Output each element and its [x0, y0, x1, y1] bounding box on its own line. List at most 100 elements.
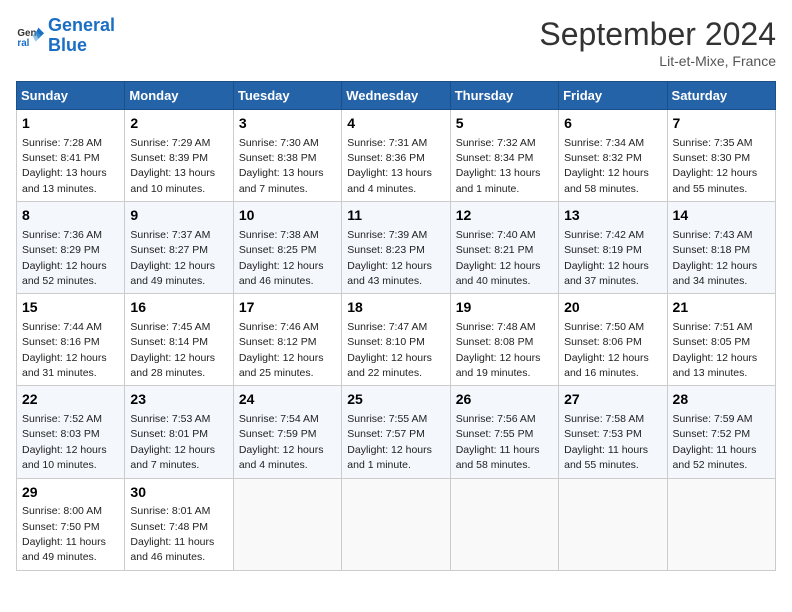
- day-cell-27: 27Sunrise: 7:58 AM Sunset: 7:53 PM Dayli…: [559, 386, 667, 478]
- header-row: SundayMondayTuesdayWednesdayThursdayFrid…: [17, 82, 776, 110]
- title-block: September 2024 Lit-et-Mixe, France: [539, 16, 776, 69]
- day-cell-5: 5 Sunrise: 7:32 AM Sunset: 8:34 PM Daylig…: [450, 110, 558, 202]
- day-info: Sunrise: 7:46 AM Sunset: 8:12 PM Dayligh…: [239, 321, 324, 379]
- day-number: 25: [347, 390, 444, 410]
- page-header: Gene ral General Blue September 2024 Lit…: [16, 16, 776, 69]
- day-number: 10: [239, 206, 336, 226]
- day-number: 8: [22, 206, 119, 226]
- logo-name: General Blue: [48, 16, 115, 56]
- day-number: 5: [456, 114, 553, 134]
- day-cell-7: 7Sunrise: 7:35 AM Sunset: 8:30 PM Daylig…: [667, 110, 775, 202]
- day-number: 30: [130, 483, 227, 503]
- day-number: 26: [456, 390, 553, 410]
- day-cell-4: 4Sunrise: 7:31 AM Sunset: 8:36 PM Daylig…: [342, 110, 450, 202]
- week-row-2: 8 Sunrise: 7:36 AM Sunset: 8:29 PM Daylig…: [17, 202, 776, 294]
- calendar-table: SundayMondayTuesdayWednesdayThursdayFrid…: [16, 81, 776, 571]
- day-number: 2: [130, 114, 227, 134]
- day-info: Sunrise: 8:01 AM Sunset: 7:48 PM Dayligh…: [130, 505, 214, 563]
- day-cell-1: 1 Sunrise: 7:28 AM Sunset: 8:41 PM Daylig…: [17, 110, 125, 202]
- location-subtitle: Lit-et-Mixe, France: [539, 53, 776, 69]
- day-number: 23: [130, 390, 227, 410]
- header-friday: Friday: [559, 82, 667, 110]
- day-number: 28: [673, 390, 770, 410]
- day-number: 22: [22, 390, 119, 410]
- day-info: Sunrise: 7:48 AM Sunset: 8:08 PM Dayligh…: [456, 321, 541, 379]
- day-cell-28: 28 Sunrise: 7:59 AM Sunset: 7:52 PM Dayli…: [667, 386, 775, 478]
- empty-cell: [342, 478, 450, 570]
- day-number: 24: [239, 390, 336, 410]
- day-number: 11: [347, 206, 444, 226]
- week-row-1: 1 Sunrise: 7:28 AM Sunset: 8:41 PM Daylig…: [17, 110, 776, 202]
- day-cell-20: 20Sunrise: 7:50 AM Sunset: 8:06 PM Dayli…: [559, 294, 667, 386]
- day-number: 13: [564, 206, 661, 226]
- empty-cell: [450, 478, 558, 570]
- day-cell-6: 6 Sunrise: 7:34 AM Sunset: 8:32 PM Daylig…: [559, 110, 667, 202]
- logo: Gene ral General Blue: [16, 16, 115, 56]
- day-cell-15: 15Sunrise: 7:44 AM Sunset: 8:16 PM Dayli…: [17, 294, 125, 386]
- week-row-4: 22Sunrise: 7:52 AM Sunset: 8:03 PM Dayli…: [17, 386, 776, 478]
- day-cell-14: 14 Sunrise: 7:43 AM Sunset: 8:18 PM Dayli…: [667, 202, 775, 294]
- day-info: Sunrise: 7:38 AM Sunset: 8:25 PM Dayligh…: [239, 229, 324, 287]
- empty-cell: [667, 478, 775, 570]
- logo-line1: General: [48, 15, 115, 35]
- day-info: Sunrise: 7:53 AM Sunset: 8:01 PM Dayligh…: [130, 413, 215, 471]
- day-number: 19: [456, 298, 553, 318]
- day-number: 9: [130, 206, 227, 226]
- day-number: 4: [347, 114, 444, 134]
- header-thursday: Thursday: [450, 82, 558, 110]
- day-info: Sunrise: 7:44 AM Sunset: 8:16 PM Dayligh…: [22, 321, 107, 379]
- day-info: Sunrise: 7:29 AM Sunset: 8:39 PM Dayligh…: [130, 137, 215, 195]
- day-info: Sunrise: 7:30 AM Sunset: 8:38 PM Dayligh…: [239, 137, 324, 195]
- day-cell-18: 18 Sunrise: 7:47 AM Sunset: 8:10 PM Dayli…: [342, 294, 450, 386]
- day-info: Sunrise: 7:58 AM Sunset: 7:53 PM Dayligh…: [564, 413, 648, 471]
- day-number: 17: [239, 298, 336, 318]
- day-info: Sunrise: 7:34 AM Sunset: 8:32 PM Dayligh…: [564, 137, 649, 195]
- day-info: Sunrise: 7:43 AM Sunset: 8:18 PM Dayligh…: [673, 229, 758, 287]
- day-info: Sunrise: 7:39 AM Sunset: 8:23 PM Dayligh…: [347, 229, 432, 287]
- day-number: 3: [239, 114, 336, 134]
- day-info: Sunrise: 7:42 AM Sunset: 8:19 PM Dayligh…: [564, 229, 649, 287]
- day-info: Sunrise: 7:59 AM Sunset: 7:52 PM Dayligh…: [673, 413, 757, 471]
- header-saturday: Saturday: [667, 82, 775, 110]
- day-info: Sunrise: 7:28 AM Sunset: 8:41 PM Dayligh…: [22, 137, 107, 195]
- day-info: Sunrise: 8:00 AM Sunset: 7:50 PM Dayligh…: [22, 505, 106, 563]
- day-info: Sunrise: 7:51 AM Sunset: 8:05 PM Dayligh…: [673, 321, 758, 379]
- day-cell-16: 16Sunrise: 7:45 AM Sunset: 8:14 PM Dayli…: [125, 294, 233, 386]
- day-number: 20: [564, 298, 661, 318]
- day-cell-22: 22Sunrise: 7:52 AM Sunset: 8:03 PM Dayli…: [17, 386, 125, 478]
- day-cell-2: 2 Sunrise: 7:29 AM Sunset: 8:39 PM Daylig…: [125, 110, 233, 202]
- day-cell-13: 13 Sunrise: 7:42 AM Sunset: 8:19 PM Dayli…: [559, 202, 667, 294]
- day-info: Sunrise: 7:47 AM Sunset: 8:10 PM Dayligh…: [347, 321, 432, 379]
- day-cell-11: 11 Sunrise: 7:39 AM Sunset: 8:23 PM Dayli…: [342, 202, 450, 294]
- day-number: 1: [22, 114, 119, 134]
- day-cell-29: 29Sunrise: 8:00 AM Sunset: 7:50 PM Dayli…: [17, 478, 125, 570]
- day-info: Sunrise: 7:32 AM Sunset: 8:34 PM Dayligh…: [456, 137, 541, 195]
- day-info: Sunrise: 7:35 AM Sunset: 8:30 PM Dayligh…: [673, 137, 758, 195]
- month-title: September 2024: [539, 16, 776, 53]
- empty-cell: [233, 478, 341, 570]
- day-info: Sunrise: 7:36 AM Sunset: 8:29 PM Dayligh…: [22, 229, 107, 287]
- logo-line2: Blue: [48, 35, 87, 55]
- day-cell-3: 3 Sunrise: 7:30 AM Sunset: 8:38 PM Daylig…: [233, 110, 341, 202]
- day-number: 6: [564, 114, 661, 134]
- header-wednesday: Wednesday: [342, 82, 450, 110]
- day-info: Sunrise: 7:55 AM Sunset: 7:57 PM Dayligh…: [347, 413, 432, 471]
- day-cell-17: 17 Sunrise: 7:46 AM Sunset: 8:12 PM Dayli…: [233, 294, 341, 386]
- day-cell-19: 19 Sunrise: 7:48 AM Sunset: 8:08 PM Dayli…: [450, 294, 558, 386]
- day-cell-26: 26 Sunrise: 7:56 AM Sunset: 7:55 PM Dayli…: [450, 386, 558, 478]
- day-cell-10: 10 Sunrise: 7:38 AM Sunset: 8:25 PM Dayli…: [233, 202, 341, 294]
- header-sunday: Sunday: [17, 82, 125, 110]
- day-cell-21: 21Sunrise: 7:51 AM Sunset: 8:05 PM Dayli…: [667, 294, 775, 386]
- day-info: Sunrise: 7:37 AM Sunset: 8:27 PM Dayligh…: [130, 229, 215, 287]
- empty-cell: [559, 478, 667, 570]
- day-info: Sunrise: 7:56 AM Sunset: 7:55 PM Dayligh…: [456, 413, 540, 471]
- day-cell-30: 30Sunrise: 8:01 AM Sunset: 7:48 PM Dayli…: [125, 478, 233, 570]
- day-number: 16: [130, 298, 227, 318]
- week-row-3: 15Sunrise: 7:44 AM Sunset: 8:16 PM Dayli…: [17, 294, 776, 386]
- day-number: 29: [22, 483, 119, 503]
- day-cell-23: 23 Sunrise: 7:53 AM Sunset: 8:01 PM Dayli…: [125, 386, 233, 478]
- svg-text:ral: ral: [17, 38, 29, 49]
- day-number: 14: [673, 206, 770, 226]
- header-monday: Monday: [125, 82, 233, 110]
- day-number: 18: [347, 298, 444, 318]
